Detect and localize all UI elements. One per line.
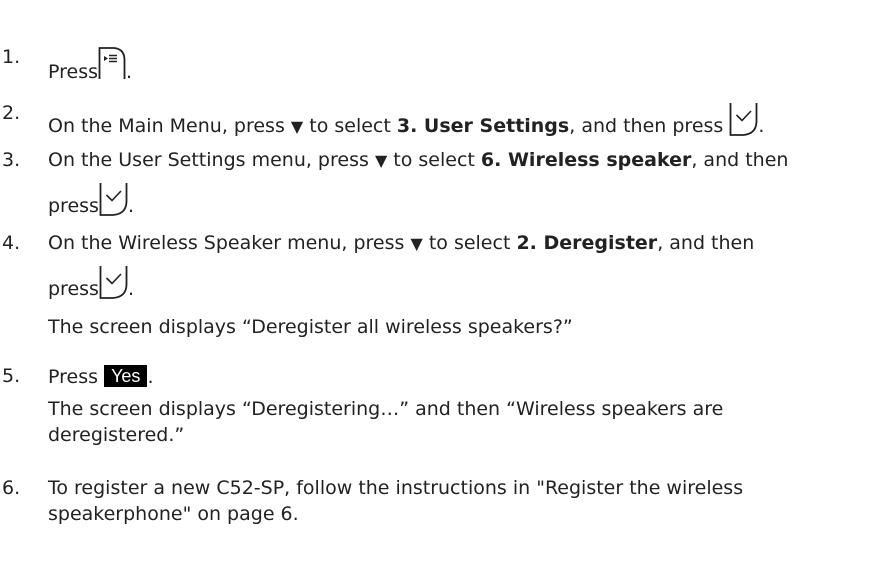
step-text: press	[48, 278, 99, 300]
menu-option: 3. User Settings	[396, 115, 570, 137]
step-number: 4.	[2, 232, 21, 254]
step-text: , and then	[691, 149, 789, 171]
ok-checkmark-key-icon	[99, 182, 128, 216]
step-text-end: .	[127, 278, 134, 300]
screen-message: The screen displays “Deregister all wire…	[48, 316, 573, 338]
step-text: To register a new C52-SP, follow the ins…	[48, 477, 744, 499]
step-text: On the Wireless Speaker menu, press	[48, 232, 405, 254]
step-text-end: .	[127, 195, 134, 217]
screen-message: The screen displays “Deregistering…” and…	[48, 398, 724, 420]
step-text: press	[48, 195, 99, 217]
step-text-end: .	[147, 366, 154, 388]
yes-softkey: Yes	[104, 365, 148, 387]
step-number: 3.	[2, 149, 21, 171]
step-text: to select	[393, 149, 475, 171]
down-arrow-icon: ▼	[374, 151, 388, 170]
menu-option: 2. Deregister	[516, 232, 658, 254]
step-text: to select	[428, 232, 511, 254]
step-text: Press	[48, 61, 99, 83]
step-text-end: .	[126, 61, 133, 83]
step-text: to select	[309, 115, 391, 137]
menu-option: 6. Wireless speaker	[480, 149, 692, 171]
step-number: 6.	[2, 477, 21, 499]
step-text: , and then	[657, 232, 755, 254]
step-text: On the Main Menu, press	[48, 115, 285, 137]
step-number: 2.	[2, 102, 21, 124]
step-text: On the User Settings menu, press	[48, 149, 369, 171]
ok-checkmark-key-icon	[729, 102, 758, 136]
step-text-cont: speakerphone" on page 6.	[48, 503, 299, 525]
step-text: Press	[48, 366, 99, 388]
down-arrow-icon: ▼	[290, 117, 304, 136]
screen-message-cont: deregistered.”	[48, 424, 185, 446]
step-text-end: .	[758, 115, 765, 137]
down-arrow-icon: ▼	[410, 234, 423, 253]
ok-checkmark-key-icon	[99, 265, 128, 299]
step-text: , and then press	[569, 115, 724, 137]
step-number: 5.	[2, 365, 21, 387]
step-number: 1.	[2, 46, 21, 68]
menu-key-icon	[98, 46, 126, 80]
